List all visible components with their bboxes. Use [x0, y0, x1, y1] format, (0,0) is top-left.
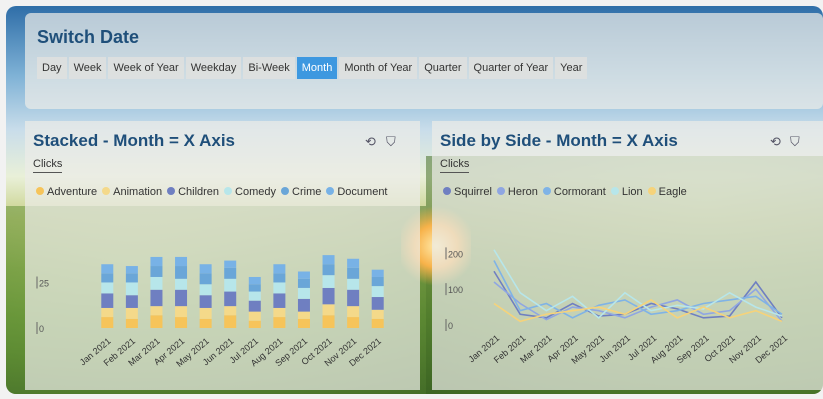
bar-segment[interactable] [125, 307, 138, 319]
tab-weekday[interactable]: Weekday [185, 57, 242, 79]
stacked-bar-chart: 025Jan 2021Feb 2021Mar 2021Apr 2021May 2… [36, 255, 384, 369]
bar-segment[interactable] [322, 264, 335, 276]
bar-segment[interactable] [150, 276, 163, 290]
bar-segment[interactable] [371, 297, 384, 310]
date-tabs: Day Week Week of Year Weekday Bi-Week Month Mo… [37, 57, 589, 79]
bar-segment[interactable] [347, 306, 360, 318]
bar-segment[interactable] [297, 311, 310, 319]
switch-date-title: Switch Date [37, 27, 140, 47]
y-tick-label: 0 [448, 321, 453, 331]
bar-segment[interactable] [125, 282, 138, 296]
bar-segment[interactable] [199, 273, 212, 285]
tab-quarter-of-year[interactable]: Quarter of Year [468, 57, 554, 79]
y-tick-label: 25 [39, 278, 49, 288]
stacked-chart-panel: Stacked - Month = X Axis ⟲ ⛉ Clicks Adve… [25, 121, 420, 390]
tab-bi-week[interactable]: Bi-Week [243, 57, 295, 79]
bar-segment[interactable] [248, 284, 261, 292]
line-chart: 0100200Jan 2021Feb 2021Mar 2021Apr 2021M… [445, 247, 789, 366]
series-line[interactable] [493, 270, 783, 319]
tab-week-of-year[interactable]: Week of Year [108, 57, 184, 79]
bar-segment[interactable] [347, 278, 360, 290]
bar-segment[interactable] [297, 271, 310, 279]
bar-segment[interactable] [322, 315, 335, 328]
bar-segment[interactable] [224, 278, 237, 292]
bar-segment[interactable] [297, 318, 310, 328]
tab-year[interactable]: Year [555, 57, 588, 79]
bar-segment[interactable] [347, 317, 360, 328]
bar-segment[interactable] [101, 273, 114, 283]
bar-segment[interactable] [199, 307, 212, 319]
bar-segment[interactable] [273, 282, 286, 294]
bar-segment[interactable] [175, 278, 188, 290]
bar-segment[interactable] [125, 273, 138, 283]
bar-segment[interactable] [347, 258, 360, 268]
bar-segment[interactable] [150, 256, 163, 267]
bar-segment[interactable] [199, 284, 212, 296]
bar-segment[interactable] [199, 318, 212, 328]
bar-segment[interactable] [101, 307, 114, 318]
bar-segment[interactable] [371, 276, 384, 287]
bar-segment[interactable] [199, 264, 212, 274]
bar-segment[interactable] [125, 266, 138, 274]
bar-segment[interactable] [371, 269, 384, 277]
tab-quarter[interactable]: Quarter [419, 57, 467, 79]
bar-segment[interactable] [297, 298, 310, 312]
bar-segment[interactable] [248, 311, 261, 321]
bar-segment[interactable] [322, 304, 335, 316]
bar-segment[interactable] [273, 273, 286, 283]
bar-segment[interactable] [175, 306, 188, 318]
bar-segment[interactable] [248, 276, 261, 285]
bar-segment[interactable] [150, 266, 163, 277]
bar-segment[interactable] [224, 260, 237, 268]
tab-day[interactable]: Day [37, 57, 67, 79]
bar-segment[interactable] [175, 256, 188, 267]
switch-date-panel: Switch Date Day Week Week of Year Weekday Bi… [25, 13, 823, 109]
bar-segment[interactable] [101, 282, 114, 294]
bar-segment[interactable] [248, 300, 261, 312]
bar-segment[interactable] [371, 286, 384, 298]
bar-segment[interactable] [101, 317, 114, 328]
bar-segment[interactable] [224, 267, 237, 279]
bar-segment[interactable] [322, 275, 335, 288]
y-tick-label: 0 [39, 324, 44, 334]
bar-segment[interactable] [224, 315, 237, 328]
bar-segment[interactable] [101, 264, 114, 274]
bar-segment[interactable] [150, 289, 163, 307]
bar-segment[interactable] [150, 315, 163, 328]
tab-month[interactable]: Month [296, 57, 338, 79]
bar-segment[interactable] [322, 255, 335, 265]
bar-segment[interactable] [150, 306, 163, 316]
bar-segment[interactable] [125, 318, 138, 328]
bar-segment[interactable] [224, 306, 237, 316]
bar-segment[interactable] [175, 289, 188, 307]
bar-segment[interactable] [273, 293, 286, 308]
bar-segment[interactable] [347, 267, 360, 279]
bar-segment[interactable] [248, 291, 261, 301]
bar-segment[interactable] [347, 289, 360, 307]
bar-segment[interactable] [273, 264, 286, 274]
bar-segment[interactable] [248, 320, 261, 328]
bar-segment[interactable] [199, 295, 212, 308]
bar-segment[interactable] [175, 317, 188, 328]
bar-segment[interactable] [297, 287, 310, 299]
bar-segment[interactable] [224, 291, 237, 307]
bar-segment[interactable] [371, 309, 384, 319]
tab-month-of-year[interactable]: Month of Year [339, 57, 418, 79]
bar-segment[interactable] [297, 278, 310, 288]
bar-segment[interactable] [322, 287, 335, 305]
bar-segment[interactable] [273, 317, 286, 328]
bar-segment[interactable] [125, 295, 138, 308]
bar-segment[interactable] [273, 307, 286, 318]
side-by-side-chart-panel: Side by Side - Month = X Axis ⟲ ⛉ Clicks… [432, 121, 823, 390]
tab-week[interactable]: Week [68, 57, 107, 79]
y-tick-label: 100 [448, 285, 463, 295]
bar-segment[interactable] [175, 266, 188, 279]
y-tick-label: 200 [448, 249, 463, 259]
bar-segment[interactable] [371, 318, 384, 328]
bar-segment[interactable] [101, 293, 114, 308]
